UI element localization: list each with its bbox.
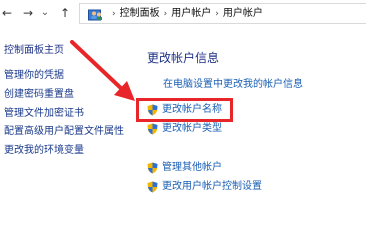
annotation-arrow-icon [70,40,135,101]
